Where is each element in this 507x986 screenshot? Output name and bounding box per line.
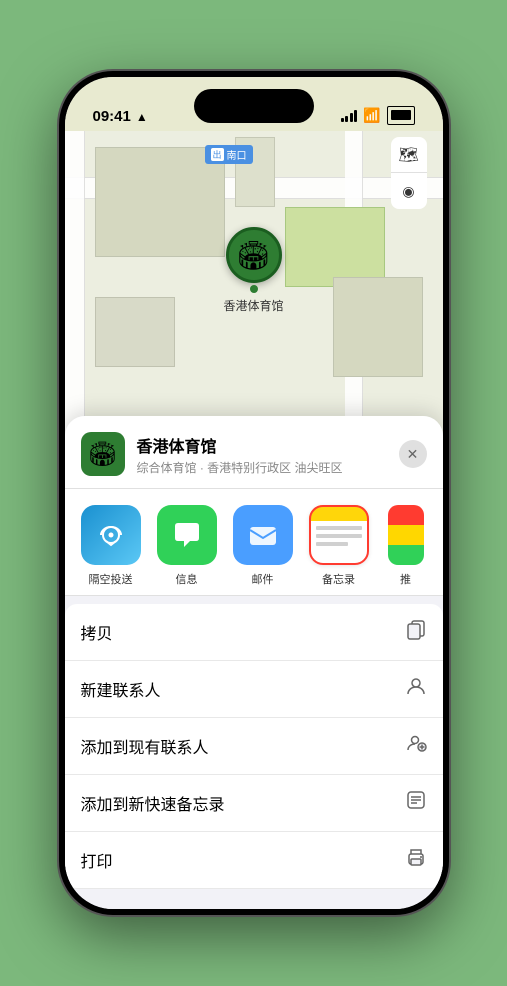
location-arrow-icon: ▲ [136, 110, 148, 124]
map-view-button[interactable]: 🗺 [391, 137, 427, 173]
add-note-icon [405, 789, 427, 817]
bottom-sheet: 🏟 香港体育馆 综合体育馆 · 香港特别行政区 油尖旺区 ✕ [65, 416, 443, 909]
phone-screen: 09:41 ▲ 📶 [65, 77, 443, 909]
close-button[interactable]: ✕ [399, 440, 427, 468]
airdrop-icon [81, 505, 141, 565]
airdrop-label: 隔空投送 [89, 571, 133, 587]
add-note-label: 添加到新快速备忘录 [81, 791, 225, 815]
copy-label: 拷贝 [81, 620, 113, 644]
stadium-icon: 🏟 [236, 239, 272, 272]
location-icon: ◉ [402, 183, 414, 200]
action-new-contact[interactable]: 新建联系人 [65, 661, 443, 718]
action-print[interactable]: 打印 [65, 832, 443, 889]
share-row: 隔空投送 信息 [65, 489, 443, 596]
venue-stadium-icon: 🏟 [87, 440, 117, 469]
map-icon: 🗺 [398, 145, 418, 165]
pin-dot [249, 285, 257, 293]
action-add-existing[interactable]: 添加到现有联系人 [65, 718, 443, 775]
venue-info: 香港体育馆 综合体育馆 · 香港特别行政区 油尖旺区 [137, 433, 387, 476]
new-contact-label: 新建联系人 [81, 677, 161, 701]
wifi-icon: 📶 [363, 107, 380, 124]
status-icons: 📶 [341, 106, 415, 125]
exit-icon: 出 [211, 148, 224, 161]
venue-subtitle: 综合体育馆 · 香港特别行政区 油尖旺区 [137, 459, 387, 476]
action-copy[interactable]: 拷贝 [65, 604, 443, 661]
copy-icon [405, 618, 427, 646]
action-add-note[interactable]: 添加到新快速备忘录 [65, 775, 443, 832]
share-more[interactable]: 推 [381, 505, 431, 587]
phone-frame: 09:41 ▲ 📶 [59, 71, 449, 915]
battery-icon [387, 106, 415, 125]
messages-label: 信息 [176, 571, 198, 587]
share-airdrop[interactable]: 隔空投送 [77, 505, 145, 587]
messages-icon [157, 505, 217, 565]
print-label: 打印 [81, 848, 113, 872]
share-notes[interactable]: 备忘录 [305, 505, 373, 587]
new-contact-icon [405, 675, 427, 703]
notes-icon [309, 505, 369, 565]
add-existing-icon [405, 732, 427, 760]
mail-label: 邮件 [252, 571, 274, 587]
share-messages[interactable]: 信息 [153, 505, 221, 587]
more-label: 推 [400, 571, 411, 587]
map-location-label: 出 南口 [205, 145, 253, 164]
venue-icon: 🏟 [81, 432, 125, 476]
stadium-pin: 🏟 香港体育馆 [223, 227, 283, 314]
notes-label: 备忘录 [322, 571, 355, 587]
status-time: 09:41 ▲ [93, 108, 148, 125]
print-icon [405, 846, 427, 874]
sheet-header: 🏟 香港体育馆 综合体育馆 · 香港特别行政区 油尖旺区 ✕ [65, 416, 443, 489]
action-list: 拷贝 新建联系人 [65, 604, 443, 889]
location-button[interactable]: ◉ [391, 173, 427, 209]
close-icon: ✕ [407, 446, 419, 463]
map-controls: 🗺 ◉ [391, 137, 427, 209]
venue-name: 香港体育馆 [137, 433, 387, 457]
pin-circle: 🏟 [225, 227, 281, 283]
more-icon [388, 505, 424, 565]
signal-icon [341, 110, 358, 122]
mail-icon [233, 505, 293, 565]
dynamic-island [194, 89, 314, 123]
add-existing-label: 添加到现有联系人 [81, 734, 209, 758]
share-mail[interactable]: 邮件 [229, 505, 297, 587]
